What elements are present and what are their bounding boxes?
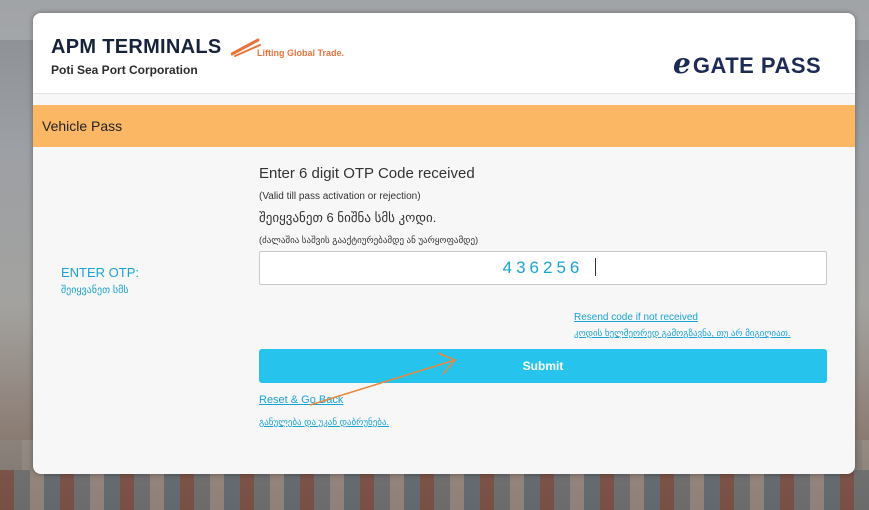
section-banner: Vehicle Pass — [33, 105, 855, 147]
company-subtitle: Poti Sea Port Corporation — [51, 63, 198, 77]
otp-validity-note: (Valid till pass activation or rejection… — [259, 191, 421, 202]
egate-pass-title: GATE PASS — [692, 53, 822, 78]
company-logo-text: APM TERMINALS — [51, 36, 222, 58]
background-containers — [0, 470, 869, 510]
submit-button[interactable]: Submit — [259, 349, 827, 383]
otp-validity-note-ka: (ძალაშია საშვის გააქტიურებამდე ან უარყოფ… — [259, 235, 479, 245]
egate-e-glyph: e — [673, 47, 691, 80]
otp-field-label: ENTER OTP: — [61, 265, 140, 280]
otp-card: APM TERMINALS Lifting Global Trade. Poti… — [33, 13, 855, 474]
reset-go-back-link[interactable]: Reset & Go Back — [259, 394, 343, 406]
card-header: APM TERMINALS Lifting Global Trade. Poti… — [33, 13, 855, 94]
otp-input[interactable] — [259, 251, 827, 285]
reset-go-back-link-ka[interactable]: განულება და უკან დაბრუნება. — [259, 417, 389, 428]
company-tagline: Lifting Global Trade. — [257, 48, 345, 58]
otp-field-label-ka: შეიყვანეთ სმს — [61, 285, 129, 296]
otp-instruction-ka: შეიყვანეთ 6 ნიშნა სმს კოდი. — [259, 210, 437, 225]
otp-instruction: Enter 6 digit OTP Code received — [259, 165, 475, 182]
section-title: Vehicle Pass — [42, 118, 123, 134]
text-cursor — [595, 258, 596, 276]
resend-code-link-ka[interactable]: კოდის ხელმეორედ გამოგზავნა, თუ არ მიგიღი… — [574, 328, 790, 339]
resend-code-link[interactable]: Resend code if not received — [574, 312, 698, 323]
egate-pass-logo: e GATE PASS — [673, 47, 821, 80]
